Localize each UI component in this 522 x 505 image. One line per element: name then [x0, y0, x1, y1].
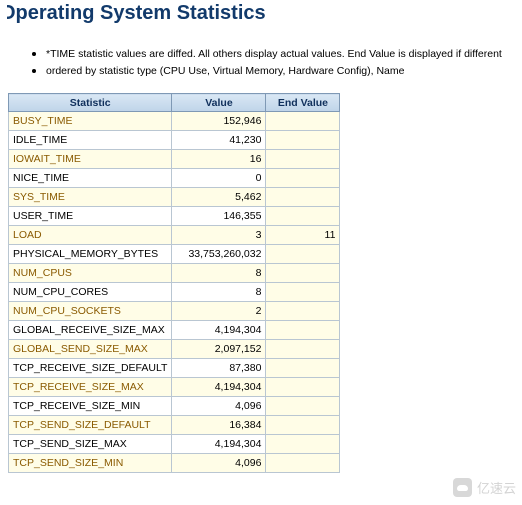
- cell-statistic: TCP_SEND_SIZE_MAX: [7, 434, 173, 454]
- note-item: ordered by statistic type (CPU Use, Virt…: [30, 63, 522, 80]
- notes-list: *TIME statistic values are diffed. All o…: [30, 46, 522, 80]
- cell-statistic: BUSY_TIME: [7, 111, 173, 131]
- table-row: IOWAIT_TIME 16: [7, 149, 341, 169]
- cell-end-value: [265, 320, 341, 340]
- cell-value: 4,194,304: [171, 320, 267, 340]
- cell-value: 5,462: [171, 187, 267, 207]
- column-header-statistic[interactable]: Statistic: [7, 93, 173, 112]
- table-row: NUM_CPU_CORES 8: [7, 282, 341, 302]
- table-row: SYS_TIME 5,462: [7, 187, 341, 207]
- cell-statistic: NUM_CPU_CORES: [7, 282, 173, 302]
- page-title: Operating System Statistics: [0, 2, 266, 24]
- cell-value: 0: [171, 168, 267, 188]
- table-row: NICE_TIME 0: [7, 168, 341, 188]
- cell-value: 16,384: [171, 415, 267, 435]
- watermark-label: 亿速云: [476, 482, 516, 497]
- cell-value: 152,946: [171, 111, 267, 131]
- cell-end-value: [265, 206, 341, 226]
- table-row: USER_TIME 146,355: [7, 206, 341, 226]
- cell-end-value: [265, 282, 341, 302]
- cell-statistic: LOAD: [7, 225, 173, 245]
- cell-end-value: [265, 111, 341, 131]
- table-row: PHYSICAL_MEMORY_BYTES 33,753,260,032: [7, 244, 341, 264]
- table-row: LOAD 3 11: [7, 225, 341, 245]
- cell-value: 87,380: [171, 358, 267, 378]
- table-row: NUM_CPU_SOCKETS 2: [7, 301, 341, 321]
- cell-value: 4,096: [171, 453, 267, 473]
- table-row: TCP_SEND_SIZE_MAX 4,194,304: [7, 434, 341, 454]
- table-header-row: Statistic Value End Value: [7, 93, 341, 112]
- cell-value: 8: [171, 282, 267, 302]
- cell-end-value: [265, 187, 341, 207]
- cell-end-value: [265, 434, 341, 454]
- watermark: 亿速云: [452, 478, 516, 497]
- cell-end-value: [265, 301, 341, 321]
- cell-end-value: [265, 453, 341, 473]
- cell-value: 4,194,304: [171, 434, 267, 454]
- cell-end-value: 11: [265, 225, 341, 245]
- cell-statistic: NUM_CPU_SOCKETS: [7, 301, 173, 321]
- title-left-crop-mask: [0, 4, 7, 26]
- cell-end-value: [265, 358, 341, 378]
- cell-end-value: [265, 244, 341, 264]
- cell-value: 3: [171, 225, 267, 245]
- cell-value: 146,355: [171, 206, 267, 226]
- page-root: Operating System Statistics *TIME statis…: [0, 0, 522, 505]
- cell-statistic: TCP_SEND_SIZE_DEFAULT: [7, 415, 173, 435]
- cell-end-value: [265, 377, 341, 397]
- cell-statistic: TCP_SEND_SIZE_MIN: [7, 453, 173, 473]
- cell-statistic: GLOBAL_RECEIVE_SIZE_MAX: [7, 320, 173, 340]
- cell-value: 33,753,260,032: [171, 244, 267, 264]
- cell-statistic: TCP_RECEIVE_SIZE_DEFAULT: [7, 358, 173, 378]
- column-header-value[interactable]: Value: [171, 93, 267, 112]
- table-row: TCP_RECEIVE_SIZE_DEFAULT 87,380: [7, 358, 341, 378]
- column-header-end-value[interactable]: End Value: [265, 93, 341, 112]
- os-statistics-table-wrapper: Statistic Value End Value BUSY_TIME 152,…: [7, 93, 341, 473]
- cell-value: 2: [171, 301, 267, 321]
- note-item: *TIME statistic values are diffed. All o…: [30, 46, 522, 63]
- table-row: NUM_CPUS 8: [7, 263, 341, 283]
- cell-statistic: GLOBAL_SEND_SIZE_MAX: [7, 339, 173, 359]
- cell-value: 4,096: [171, 396, 267, 416]
- cell-value: 16: [171, 149, 267, 169]
- table-row: TCP_SEND_SIZE_MIN 4,096: [7, 453, 341, 473]
- cell-value: 41,230: [171, 130, 267, 150]
- cell-end-value: [265, 339, 341, 359]
- cell-end-value: [265, 149, 341, 169]
- cell-end-value: [265, 168, 341, 188]
- cell-value: 8: [171, 263, 267, 283]
- table-row: TCP_SEND_SIZE_DEFAULT 16,384: [7, 415, 341, 435]
- cell-statistic: TCP_RECEIVE_SIZE_MAX: [7, 377, 173, 397]
- cell-statistic: SYS_TIME: [7, 187, 173, 207]
- table-row: GLOBAL_RECEIVE_SIZE_MAX 4,194,304: [7, 320, 341, 340]
- cell-statistic: NUM_CPUS: [7, 263, 173, 283]
- cell-end-value: [265, 130, 341, 150]
- cell-end-value: [265, 415, 341, 435]
- cell-value: 2,097,152: [171, 339, 267, 359]
- table-row: GLOBAL_SEND_SIZE_MAX 2,097,152: [7, 339, 341, 359]
- table-row: TCP_RECEIVE_SIZE_MIN 4,096: [7, 396, 341, 416]
- watermark-cloud-icon: [452, 478, 472, 497]
- table-row: TCP_RECEIVE_SIZE_MAX 4,194,304: [7, 377, 341, 397]
- table-row: IDLE_TIME 41,230: [7, 130, 341, 150]
- cell-value: 4,194,304: [171, 377, 267, 397]
- cell-statistic: TCP_RECEIVE_SIZE_MIN: [7, 396, 173, 416]
- cell-end-value: [265, 263, 341, 283]
- os-statistics-table: Statistic Value End Value BUSY_TIME 152,…: [7, 93, 341, 473]
- table-row: BUSY_TIME 152,946: [7, 111, 341, 131]
- cell-end-value: [265, 396, 341, 416]
- cell-statistic: IDLE_TIME: [7, 130, 173, 150]
- cell-statistic: NICE_TIME: [7, 168, 173, 188]
- cell-statistic: PHYSICAL_MEMORY_BYTES: [7, 244, 173, 264]
- cell-statistic: IOWAIT_TIME: [7, 149, 173, 169]
- cell-statistic: USER_TIME: [7, 206, 173, 226]
